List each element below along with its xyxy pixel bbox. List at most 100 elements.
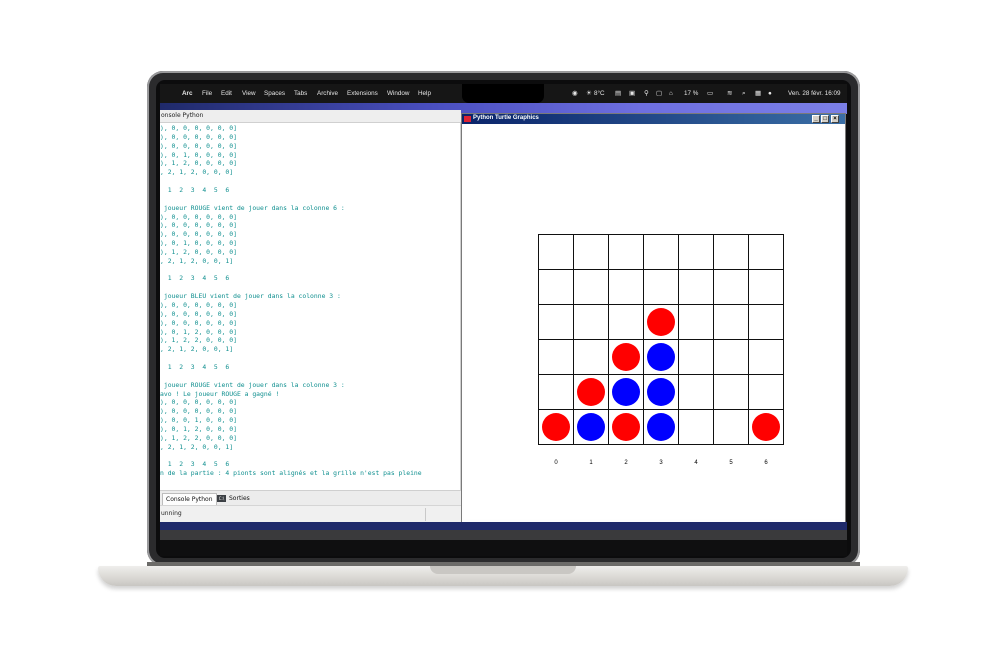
- console-line: ), 0, 0, 0, 0, 0, 0]: [160, 221, 237, 230]
- app-menu[interactable]: Arc: [182, 90, 193, 97]
- console-line: 1 2 3 4 5 6: [160, 274, 230, 283]
- column-label: 4: [694, 460, 698, 466]
- turtle-window[interactable]: Python Turtle Graphics _ □ × 0 1 2 3 4 5 6: [461, 113, 846, 524]
- grid-line-horizontal: [538, 444, 784, 445]
- red-disc: [542, 413, 570, 441]
- siri-icon[interactable]: ●: [768, 90, 772, 97]
- console-line: 1 2 3 4 5 6: [160, 185, 230, 194]
- console-line: ), 1, 2, 2, 0, 0, 0]: [160, 433, 237, 442]
- laptop-base-notch: [430, 566, 576, 574]
- home-icon[interactable]: ⌂: [669, 90, 673, 97]
- console-line: ), 0, 0, 0, 0, 0, 0]: [160, 212, 237, 221]
- menu-archive[interactable]: Archive: [317, 90, 338, 97]
- console-line: , 2, 1, 2, 0, 0, 1]: [160, 442, 234, 451]
- menu-spaces[interactable]: Spaces: [264, 90, 285, 97]
- console-panel-title-text: onsole Python: [161, 112, 204, 119]
- console-line: ), 0, 0, 0, 0, 0, 0]: [160, 132, 237, 141]
- column-label: 0: [554, 460, 558, 466]
- red-disc: [577, 378, 605, 406]
- console-line: ), 0, 0, 0, 0, 0, 0]: [160, 407, 237, 416]
- menu-extensions[interactable]: Extensions: [347, 90, 378, 97]
- console-line: ), 0, 1, 2, 0, 0, 0]: [160, 424, 237, 433]
- app-status-icon[interactable]: ◉: [572, 90, 578, 97]
- tab-sorties[interactable]: C:\ Sorties: [214, 493, 253, 504]
- blue-disc: [612, 378, 640, 406]
- console-panel-title: onsole Python: [160, 110, 461, 123]
- blue-disc: [647, 413, 675, 441]
- column-label: 1: [589, 460, 593, 466]
- status-divider: [425, 508, 426, 521]
- clipboard-icon[interactable]: ▣: [629, 90, 635, 97]
- maximize-button[interactable]: □: [821, 115, 829, 123]
- ide-panel: onsole Python ), 0, 0, 0, 0, 0, 0]), 0, …: [160, 110, 461, 530]
- console-line: 1 2 3 4 5 6: [160, 362, 230, 371]
- ide-tab-bar: Console Python C:\ Sorties: [160, 490, 461, 506]
- control-center-icon[interactable]: ▦: [755, 90, 761, 97]
- desktop-strip-bottom: [160, 522, 847, 530]
- search-icon[interactable]: ⌕: [742, 90, 746, 98]
- grid-line-horizontal: [538, 339, 784, 340]
- console-line: ), 0, 1, 0, 0, 0, 0]: [160, 239, 237, 248]
- python-console[interactable]: ), 0, 0, 0, 0, 0, 0]), 0, 0, 0, 0, 0, 0]…: [160, 123, 461, 502]
- screen: Arc File Edit View Spaces Tabs Archive E…: [160, 84, 847, 556]
- clock[interactable]: Ven. 28 févr. 16:09: [788, 90, 841, 97]
- menu-edit[interactable]: Edit: [221, 90, 232, 97]
- turtle-window-title: Python Turtle Graphics: [473, 115, 539, 121]
- terminal-icon: C:\: [217, 495, 226, 502]
- close-button[interactable]: ×: [831, 115, 839, 123]
- blue-disc: [577, 413, 605, 441]
- console-line: n de la partie : 4 pionts sont alignés e…: [160, 469, 422, 478]
- grid-line-horizontal: [538, 374, 784, 375]
- menu-help[interactable]: Help: [418, 90, 431, 97]
- console-line: ), 0, 0, 0, 0, 0, 0]: [160, 301, 237, 309]
- wifi-icon[interactable]: ≋: [727, 90, 732, 97]
- console-line: , 2, 1, 2, 0, 0, 0]: [160, 168, 234, 177]
- menu-window[interactable]: Window: [387, 90, 409, 97]
- console-line: ), 0, 1, 2, 0, 0, 0]: [160, 327, 237, 336]
- console-line: avo ! Le joueur ROUGE a gagné !: [160, 389, 280, 398]
- console-line: ), 1, 2, 0, 0, 0, 0]: [160, 159, 237, 168]
- weather-temp[interactable]: 8°C: [594, 90, 605, 97]
- column-label: 2: [624, 460, 628, 466]
- notion-icon[interactable]: ▢: [656, 90, 662, 97]
- console-line: ), 0, 0, 0, 0, 0, 0]: [160, 318, 237, 327]
- console-line: joueur BLEU vient de jouer dans la colon…: [160, 292, 341, 301]
- status-bar: unning: [160, 505, 461, 523]
- column-label: 6: [764, 460, 768, 466]
- console-line: ), 1, 2, 2, 0, 0, 0]: [160, 336, 237, 345]
- battery-icon[interactable]: ▭: [707, 90, 713, 97]
- tab-console-python[interactable]: Console Python: [162, 493, 217, 505]
- minimize-button[interactable]: _: [812, 115, 820, 123]
- pin-icon[interactable]: ⚲: [644, 90, 649, 97]
- weather-icon[interactable]: ☀: [586, 90, 592, 97]
- tab-console-python-label: Console Python: [166, 496, 213, 503]
- blue-disc: [647, 343, 675, 371]
- grid-line-horizontal: [538, 409, 784, 410]
- console-line: joueur ROUGE vient de jouer dans la colo…: [160, 380, 345, 389]
- console-line: joueur ROUGE vient de jouer dans la colo…: [160, 203, 345, 212]
- tab-sorties-label: Sorties: [229, 495, 250, 502]
- tk-feather-icon: [464, 116, 471, 122]
- console-line: ), 1, 2, 0, 0, 0, 0]: [160, 247, 237, 256]
- console-line: ), 0, 0, 0, 0, 0, 0]: [160, 309, 237, 318]
- menu-tabs[interactable]: Tabs: [294, 90, 307, 97]
- blue-disc: [647, 378, 675, 406]
- menu-file[interactable]: File: [202, 90, 212, 97]
- grid-line-horizontal: [538, 304, 784, 305]
- console-line: , 2, 1, 2, 0, 0, 1]: [160, 345, 234, 354]
- red-disc: [752, 413, 780, 441]
- turtle-title-bar[interactable]: Python Turtle Graphics _ □ ×: [462, 114, 845, 124]
- console-line: ), 0, 0, 1, 0, 0, 0]: [160, 416, 237, 425]
- console-line: ), 0, 1, 0, 0, 0, 0]: [160, 150, 237, 159]
- display-icon[interactable]: ▤: [615, 90, 621, 97]
- red-disc: [612, 343, 640, 371]
- console-line: 1 2 3 4 5 6: [160, 460, 230, 469]
- red-disc: [647, 308, 675, 336]
- battery-percent[interactable]: 17 %: [684, 90, 698, 97]
- console-line: ), 0, 0, 0, 0, 0, 0]: [160, 141, 237, 150]
- grid-line-horizontal: [538, 269, 784, 270]
- console-line: ), 0, 0, 0, 0, 0, 0]: [160, 398, 237, 407]
- console-line: ), 0, 0, 0, 0, 0, 0]: [160, 124, 237, 132]
- turtle-canvas[interactable]: 0 1 2 3 4 5 6: [464, 125, 842, 519]
- menu-view[interactable]: View: [242, 90, 256, 97]
